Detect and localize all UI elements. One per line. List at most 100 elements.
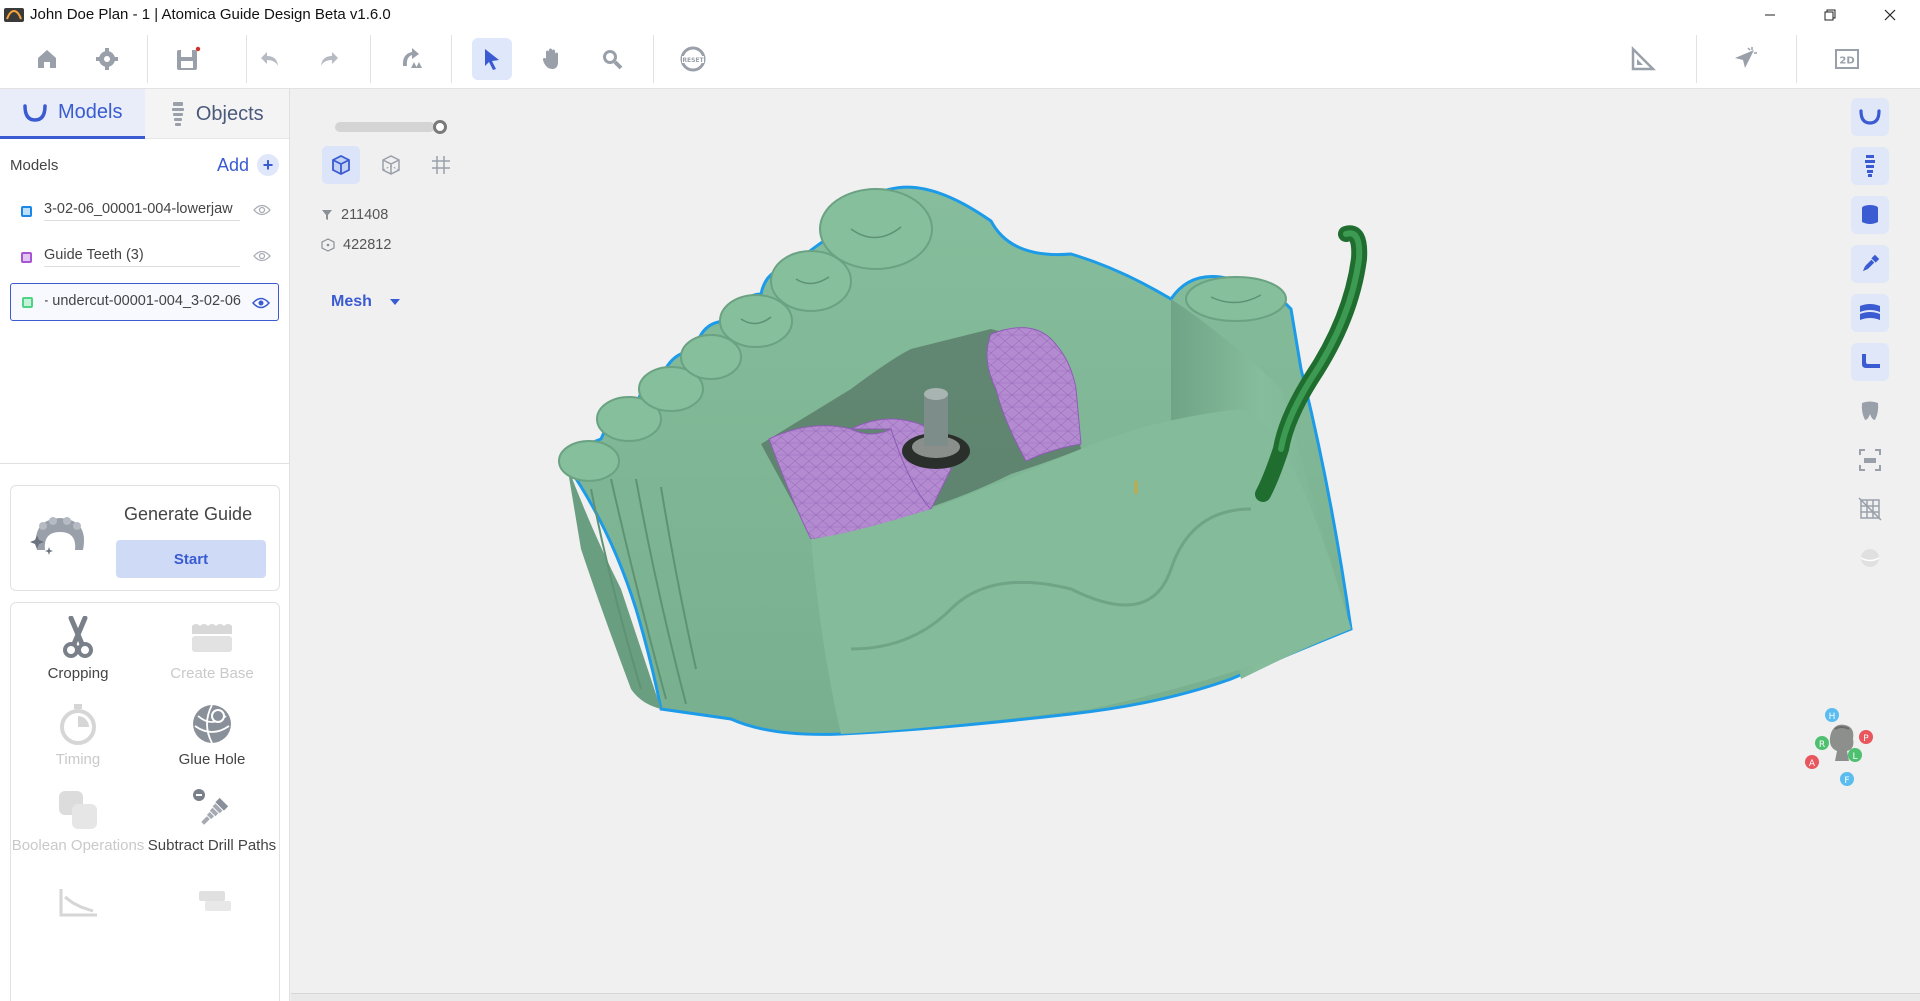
model-color-swatch[interactable]	[22, 296, 33, 308]
vertex-count-value: 211408	[341, 207, 389, 223]
tool-create-base[interactable]: Create Base	[145, 611, 279, 682]
grid-view-button[interactable]	[422, 146, 460, 184]
chart-tool-icon	[59, 889, 97, 917]
model-row-undercut[interactable]: 3-02-06_00001-004-lowerjaw - undercut	[10, 283, 279, 321]
tool-label: Subtract Drill Paths	[147, 837, 277, 854]
3d-viewport[interactable]: 211408 422812 Mesh H R P A L F	[291, 89, 1920, 1001]
glue-hole-icon	[193, 704, 231, 744]
navigate-icon	[1735, 47, 1757, 68]
model-color-swatch[interactable]	[21, 251, 32, 263]
start-button[interactable]: Start	[116, 540, 266, 578]
polygon-icon	[321, 238, 335, 252]
tab-models-label: Models	[58, 101, 123, 123]
tool-subtract-drill-paths[interactable]: Subtract Drill Paths	[145, 783, 279, 854]
tab-objects-label: Objects	[195, 102, 264, 125]
orientation-gizmo[interactable]: H R P A L F	[1791, 705, 1891, 795]
chevron-down-icon	[389, 299, 400, 305]
right-tool-drill[interactable]	[1851, 245, 1889, 283]
grid-tool-icon	[1858, 497, 1882, 521]
undo-icon	[261, 52, 278, 66]
opacity-slider-handle[interactable]	[433, 120, 447, 134]
pan-hand-icon	[542, 48, 558, 69]
redo-button[interactable]	[309, 38, 349, 80]
app-logo-icon	[4, 7, 24, 22]
visibility-eye-icon[interactable]	[253, 250, 271, 262]
tab-objects[interactable]: Objects	[145, 89, 290, 139]
add-model-button[interactable]: Add +	[217, 154, 279, 176]
tooth-tool-icon	[1861, 401, 1879, 420]
svg-text:2D: 2D	[1839, 56, 1854, 67]
view-2d-icon: 2D	[1835, 49, 1859, 69]
sphere-tool-icon	[1860, 549, 1880, 567]
render-mode-dropdown[interactable]: Mesh	[331, 293, 400, 311]
restore-icon	[1824, 9, 1836, 20]
title-bar: John Doe Plan - 1 | Atomica Guide Design…	[0, 0, 1920, 29]
settings-button[interactable]	[87, 38, 127, 80]
tool-glue-hole[interactable]: Glue Hole	[145, 697, 279, 768]
right-tool-sphere[interactable]	[1851, 539, 1889, 577]
visibility-eye-icon[interactable]	[252, 297, 270, 309]
home-button[interactable]	[27, 38, 67, 80]
restore-button[interactable]	[1800, 0, 1860, 29]
minimize-button[interactable]	[1740, 0, 1800, 29]
generate-guide-title: Generate Guide	[124, 504, 253, 524]
implant-icon	[171, 102, 184, 126]
home-icon	[38, 50, 56, 68]
model-row-guide-teeth[interactable]: Guide Teeth (3)	[10, 237, 279, 277]
settings-icon	[96, 48, 118, 70]
measure-button[interactable]	[1623, 38, 1663, 80]
reorient-button[interactable]	[391, 38, 431, 80]
navigate-button[interactable]	[1725, 38, 1765, 80]
close-button[interactable]	[1860, 0, 1920, 29]
face-count: 422812	[321, 237, 391, 253]
opacity-slider-track[interactable]	[335, 122, 435, 132]
select-tool-button[interactable]	[472, 38, 512, 80]
save-icon	[177, 46, 201, 70]
face-count-value: 422812	[343, 237, 392, 253]
right-tool-guide[interactable]	[1851, 294, 1889, 332]
tool-label: Glue Hole	[178, 751, 246, 768]
right-tool-base[interactable]	[1851, 343, 1889, 381]
zoom-tool-button[interactable]	[592, 38, 632, 80]
svg-text:P: P	[1863, 734, 1869, 744]
section-divider	[0, 463, 289, 464]
reset-view-button[interactable]: RESET	[673, 38, 713, 80]
view-2d-button[interactable]: 2D	[1827, 38, 1867, 80]
grid-icon	[432, 156, 450, 174]
visibility-eye-icon[interactable]	[253, 204, 271, 216]
tab-models[interactable]: Models	[0, 89, 145, 139]
model-name: 3-02-06_00001-004-lowerjaw - undercut	[45, 292, 241, 309]
undo-button[interactable]	[250, 38, 290, 80]
wireframe-cube-icon	[382, 155, 400, 175]
solid-view-button[interactable]	[322, 146, 360, 184]
model-row-lowerjaw[interactable]: 3-02-06_00001-004-lowerjaw	[10, 191, 279, 231]
zoom-icon	[603, 50, 623, 70]
tool-timing[interactable]: Timing	[11, 697, 145, 768]
save-button[interactable]	[168, 38, 208, 80]
main-toolbar: RESET 2D	[0, 29, 1920, 89]
sidebar-tabs: Models Objects	[0, 89, 289, 139]
right-tool-grid[interactable]	[1851, 490, 1889, 528]
tools-card: Cropping Create Base Timing Glue Hole Bo…	[10, 602, 280, 1001]
reset-view-icon: RESET	[680, 46, 706, 72]
wireframe-view-button[interactable]	[372, 146, 410, 184]
generate-guide-card: Generate Guide Start	[10, 485, 280, 591]
model-color-swatch[interactable]	[21, 205, 32, 217]
add-model-label: Add	[216, 154, 249, 175]
right-tool-implant[interactable]	[1851, 147, 1889, 185]
svg-text:R: R	[1819, 740, 1825, 750]
tool-boolean-operations[interactable]: Boolean Operations	[11, 783, 145, 854]
right-tool-sleeve[interactable]	[1851, 196, 1889, 234]
right-tool-tooth[interactable]	[1851, 392, 1889, 430]
tool-label: Cropping	[47, 665, 109, 682]
right-tool-scan[interactable]	[1851, 441, 1889, 479]
layers-tool-icon	[199, 891, 231, 911]
tool-cropping[interactable]: Cropping	[11, 611, 145, 682]
3d-model-scene[interactable]	[291, 89, 1920, 1001]
generate-guide-icon	[30, 517, 85, 555]
create-base-icon	[192, 624, 232, 652]
pan-tool-button[interactable]	[532, 38, 572, 80]
vertex-count: 211408	[321, 207, 388, 223]
right-tool-jaw[interactable]	[1851, 98, 1889, 136]
sleeve-tool-icon	[1862, 205, 1878, 224]
